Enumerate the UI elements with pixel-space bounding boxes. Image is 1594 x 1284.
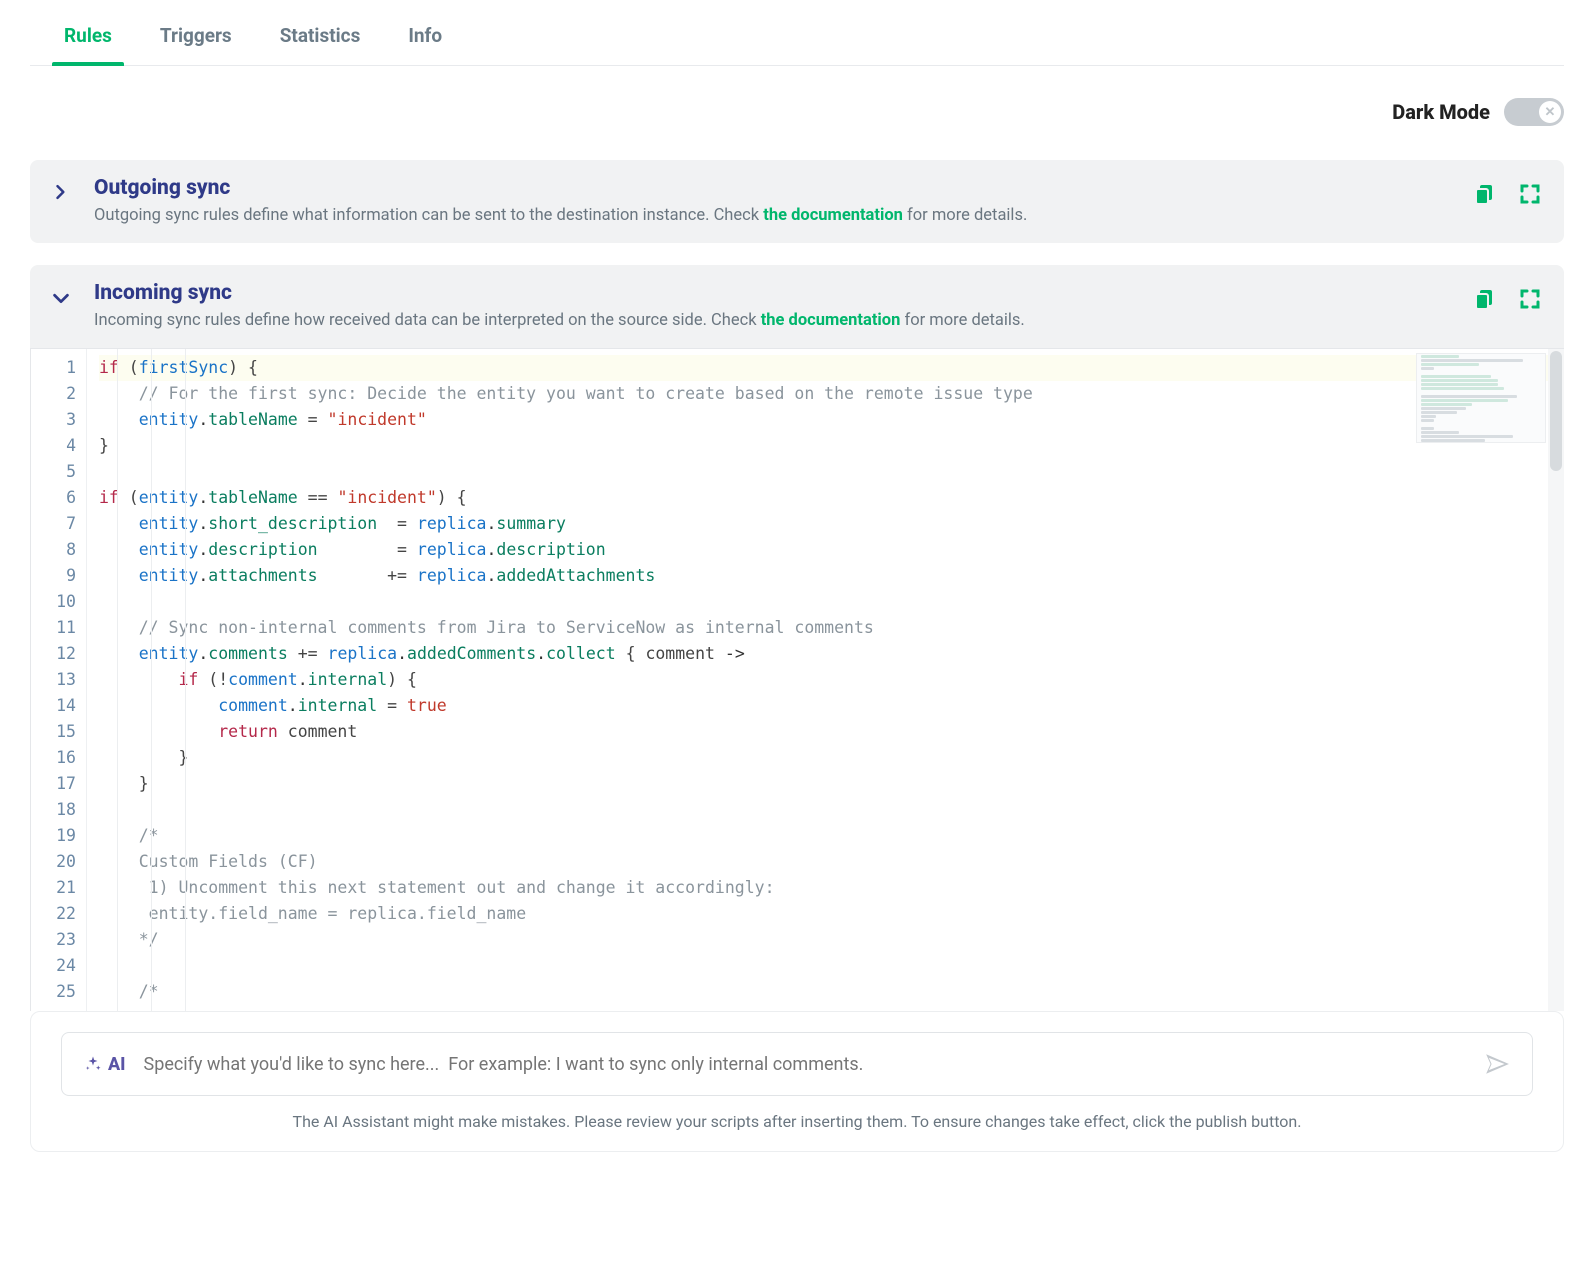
copy-icon[interactable] [1472, 287, 1496, 311]
minimap[interactable] [1416, 353, 1546, 443]
tab-info[interactable]: Info [408, 16, 442, 65]
tab-rules[interactable]: Rules [64, 16, 112, 65]
tabs: Rules Triggers Statistics Info [30, 0, 1564, 66]
incoming-sync-panel: Incoming sync Incoming sync rules define… [30, 265, 1564, 1011]
dark-mode-label: Dark Mode [1392, 100, 1490, 124]
tab-statistics[interactable]: Statistics [280, 16, 361, 65]
line-gutter: 1234567891011121314151617181920212223242… [31, 349, 87, 1011]
outgoing-sync-desc: Outgoing sync rules define what informat… [94, 206, 1454, 225]
dark-mode-toggle[interactable]: ✕ [1504, 98, 1564, 126]
chevron-right-icon[interactable] [50, 182, 76, 208]
code-editor[interactable]: 1234567891011121314151617181920212223242… [30, 348, 1564, 1011]
chevron-down-icon[interactable] [50, 287, 76, 313]
outgoing-sync-title: Outgoing sync [94, 176, 1454, 200]
ai-input-row: AI [61, 1032, 1533, 1096]
expand-icon[interactable] [1518, 182, 1542, 206]
incoming-doc-link[interactable]: the documentation [761, 311, 901, 330]
ai-badge: AI [84, 1054, 126, 1075]
sparkle-icon [84, 1055, 102, 1073]
copy-icon[interactable] [1472, 182, 1496, 206]
code-area[interactable]: if (firstSync) { // For the first sync: … [87, 349, 1564, 1011]
tab-triggers[interactable]: Triggers [160, 16, 232, 65]
expand-icon[interactable] [1518, 287, 1542, 311]
scrollbar[interactable] [1548, 349, 1564, 1011]
scrollbar-thumb[interactable] [1550, 351, 1562, 471]
outgoing-sync-panel: Outgoing sync Outgoing sync rules define… [30, 160, 1564, 243]
ai-assistant-panel: AI The AI Assistant might make mistakes.… [30, 1011, 1564, 1152]
ai-disclaimer: The AI Assistant might make mistakes. Pl… [61, 1096, 1533, 1131]
outgoing-doc-link[interactable]: the documentation [763, 206, 903, 225]
send-icon[interactable] [1484, 1051, 1510, 1077]
toolbar: Dark Mode ✕ [30, 94, 1564, 160]
close-icon: ✕ [1539, 101, 1561, 123]
incoming-sync-desc: Incoming sync rules define how received … [94, 311, 1454, 330]
ai-prompt-input[interactable] [144, 1054, 1466, 1075]
incoming-sync-title: Incoming sync [94, 281, 1454, 305]
